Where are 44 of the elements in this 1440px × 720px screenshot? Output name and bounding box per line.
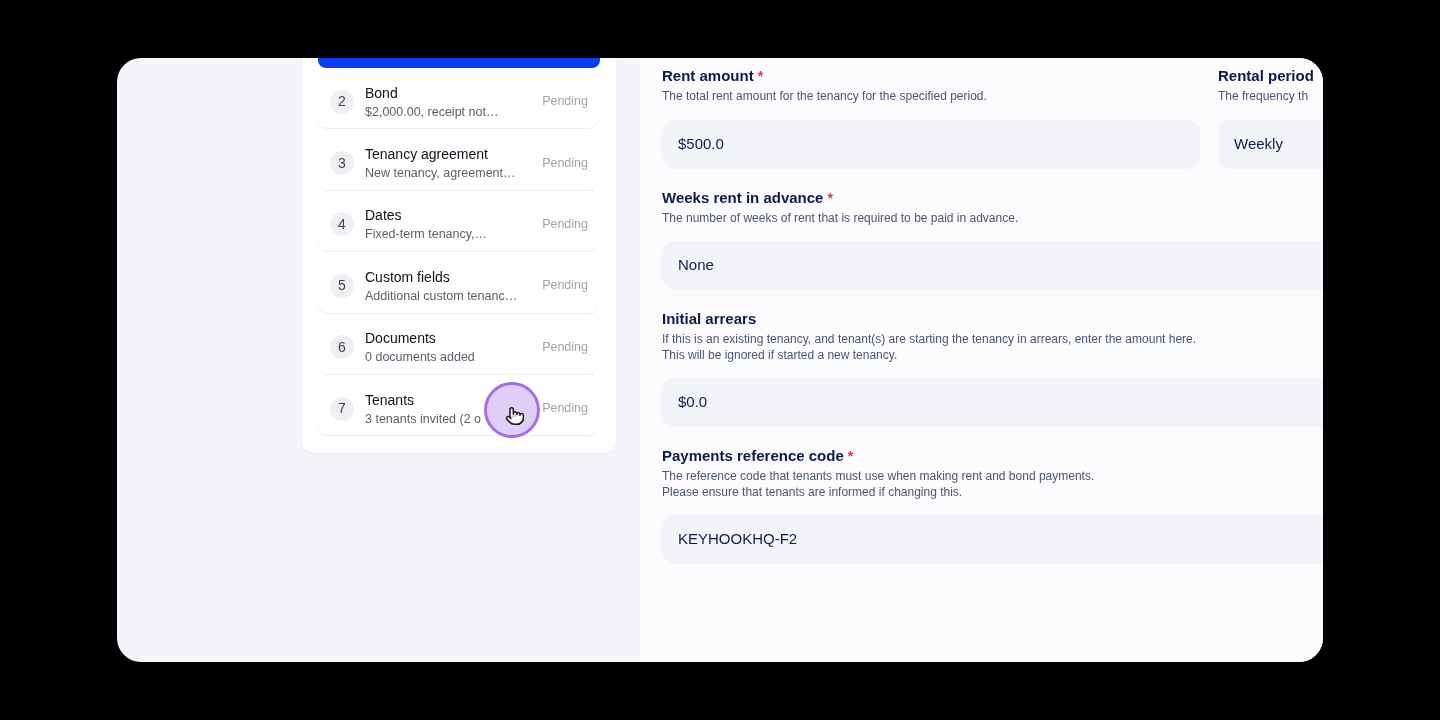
step-number: 6 bbox=[330, 335, 354, 360]
step-title: Tenancy agreement bbox=[365, 145, 489, 164]
input-field[interactable]: KEYHOOKHQ-F2 bbox=[662, 515, 1323, 564]
step-summary: $2,000.00, receipt not… bbox=[365, 103, 500, 120]
step-title: Tenants bbox=[365, 390, 416, 409]
step-number: 5 bbox=[330, 273, 354, 298]
step-status: Pending bbox=[542, 216, 588, 234]
field-label: Rent amount bbox=[662, 66, 754, 86]
step-number: 3 bbox=[330, 151, 354, 176]
step-status: Pending bbox=[542, 93, 588, 111]
step-summary: 0 documents added bbox=[365, 349, 476, 366]
required-mark: * bbox=[847, 447, 854, 466]
input-field[interactable]: $500.0 bbox=[662, 119, 1200, 169]
step-status: Pending bbox=[542, 154, 588, 172]
step-title: Documents bbox=[365, 329, 437, 348]
step-summary: New tenancy, agreement… bbox=[365, 165, 517, 182]
input-field[interactable]: None bbox=[662, 241, 1323, 290]
step-summary: 3 tenants invited (2 o bbox=[365, 410, 483, 427]
primary-button[interactable] bbox=[318, 58, 600, 68]
step-number: 2 bbox=[330, 89, 354, 114]
input-field[interactable]: Weekly bbox=[1218, 119, 1323, 169]
required-mark: * bbox=[827, 188, 833, 208]
step-number: 4 bbox=[330, 212, 354, 237]
step-summary: Fixed-term tenancy,… bbox=[365, 226, 489, 243]
field-label: Rental period bbox=[1218, 66, 1314, 86]
field-description: The total rent amount for the tenancy for the specified period. bbox=[662, 89, 988, 105]
hand-cursor-icon bbox=[484, 381, 540, 438]
step-title: Custom fields bbox=[365, 267, 451, 286]
step-summary: Additional custom tenanc… bbox=[365, 287, 519, 304]
input-field[interactable]: $0.0 bbox=[662, 378, 1323, 427]
required-mark: * bbox=[757, 67, 764, 86]
step-number: 7 bbox=[330, 396, 354, 421]
field-description: The reference code that tenants must use when making rent and bond payments. Please ensure that tenants are informed if changing this. bbox=[662, 469, 1096, 500]
step-status: Pending bbox=[542, 338, 588, 356]
step-status: Pending bbox=[542, 400, 588, 418]
field-description: The frequency th bbox=[1218, 89, 1310, 105]
step-title: Dates bbox=[365, 206, 403, 225]
field-description: The number of weeks of rent that is required to be paid in advance. bbox=[662, 210, 1020, 226]
field-label: Initial arrears bbox=[662, 309, 757, 329]
field-label: Payments reference code bbox=[662, 446, 844, 466]
step-status: Pending bbox=[542, 277, 588, 295]
field-description: If this is an existing tenancy, and tenant(s) are starting the tenancy in arrears, enter the amount here. This will be ignored if started a new tenancy. bbox=[662, 332, 1198, 363]
step-title: Bond bbox=[365, 83, 399, 102]
field-label: Weeks rent in advance bbox=[662, 187, 824, 208]
